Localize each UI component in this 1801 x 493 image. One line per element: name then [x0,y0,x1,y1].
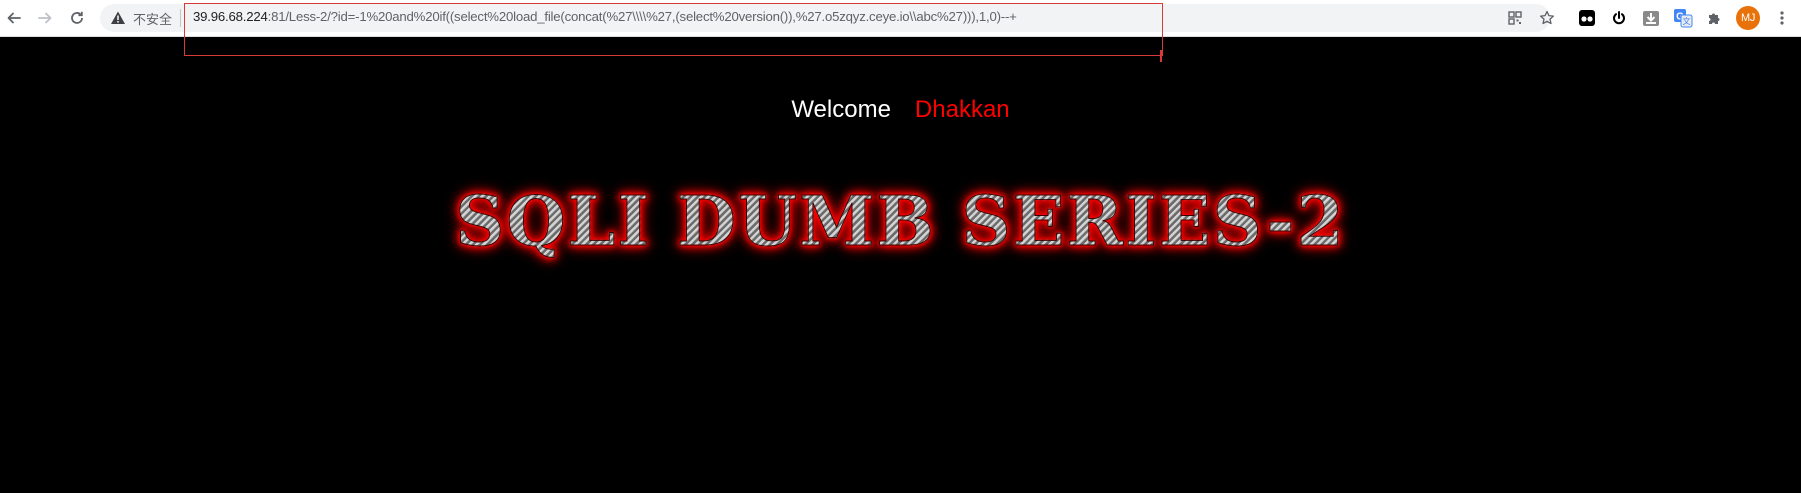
url-highlight-box [184,3,1163,56]
tampermonkey-icon[interactable] [1577,8,1597,28]
qr-code-icon[interactable] [1506,9,1524,27]
svg-text:文: 文 [1683,16,1691,26]
download-icon[interactable] [1641,8,1661,28]
text-cursor-mark [1160,50,1162,62]
user-name: Dhakkan [914,96,1010,123]
power-icon[interactable] [1609,8,1629,28]
security-label[interactable]: 不安全 [133,9,172,28]
puzzle-icon[interactable] [1705,8,1725,28]
warning-icon[interactable] [110,10,126,26]
kebab-menu-icon[interactable] [1774,6,1790,30]
page-title: SQLI DUMB SERIES-2 [0,182,1801,263]
welcome-label: Welcome [791,96,891,123]
welcome-line: Welcome Dhakkan [0,96,1801,124]
forward-arrow-icon[interactable] [33,6,57,30]
translate-icon[interactable]: G文 [1673,8,1693,28]
reload-icon[interactable] [65,6,89,30]
star-icon[interactable] [1538,9,1556,27]
address-divider [180,9,181,27]
profile-avatar[interactable]: MJ [1736,6,1760,30]
back-arrow-icon[interactable] [2,6,26,30]
